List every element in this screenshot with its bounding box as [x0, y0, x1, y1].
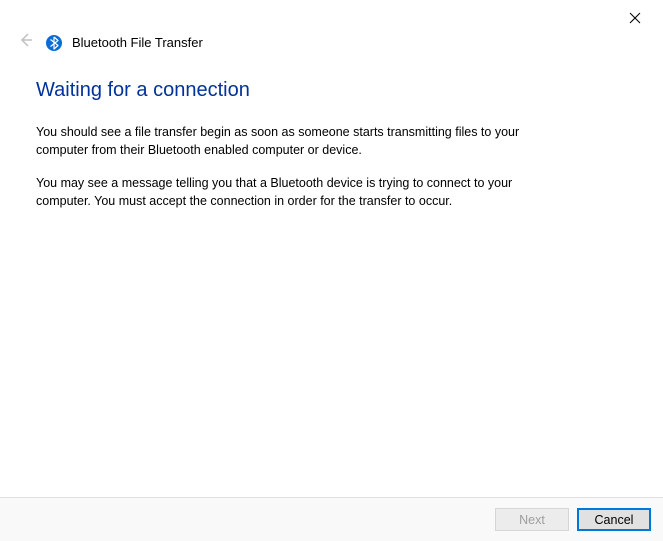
- content-area: Waiting for a connection You should see …: [0, 61, 663, 497]
- footer-bar: Next Cancel: [0, 497, 663, 541]
- body-paragraph-1: You should see a file transfer begin as …: [36, 124, 556, 159]
- page-heading: Waiting for a connection: [36, 79, 627, 102]
- cancel-button[interactable]: Cancel: [577, 508, 651, 531]
- close-button[interactable]: [615, 4, 655, 32]
- close-icon: [629, 12, 641, 24]
- header-bar: Bluetooth File Transfer: [0, 0, 663, 61]
- bluetooth-icon: [46, 35, 62, 51]
- body-paragraph-2: You may see a message telling you that a…: [36, 175, 556, 210]
- back-arrow-icon: [18, 32, 34, 53]
- app-title: Bluetooth File Transfer: [72, 35, 203, 50]
- next-button: Next: [495, 508, 569, 531]
